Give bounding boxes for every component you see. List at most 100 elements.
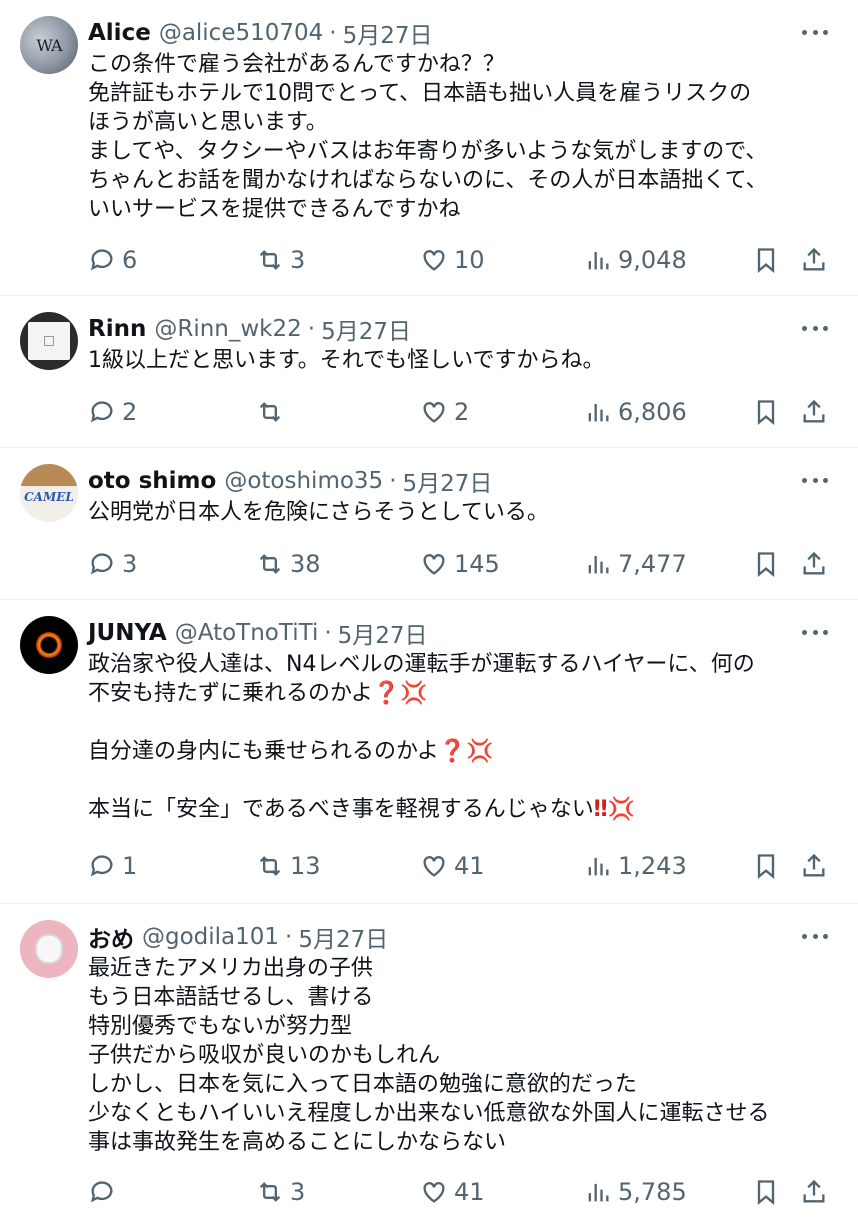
- action-bar: 3 41 5,785: [88, 1172, 834, 1212]
- display-name[interactable]: Rinn: [88, 316, 146, 342]
- share-icon: [803, 853, 825, 877]
- avatar[interactable]: [20, 312, 78, 370]
- views-button[interactable]: 9,048: [584, 240, 687, 280]
- like-count: 145: [454, 550, 500, 578]
- tweet-line: 最近きたアメリカ出身の子供: [88, 956, 373, 981]
- tweet-header: Alice @alice510704 · 5月27日: [88, 16, 433, 50]
- display-name[interactable]: おめ: [88, 920, 134, 954]
- reply-count: 6: [122, 246, 138, 274]
- tweet-line: 不安も持たずに乗れるのかよ❓💢: [88, 679, 838, 708]
- reply-button[interactable]: 2: [88, 392, 137, 432]
- retweet-icon: [259, 250, 281, 270]
- reply-button[interactable]: [88, 1172, 122, 1212]
- tweet-rinn[interactable]: Rinn @Rinn_wk22 · 5月27日 1級以上だと思います。それでも怪…: [0, 296, 858, 448]
- bookmark-button[interactable]: [752, 392, 780, 432]
- views-icon: [588, 555, 609, 574]
- views-button[interactable]: 7,477: [584, 544, 687, 584]
- reply-count: 3: [122, 550, 138, 578]
- tweet-line: [88, 708, 838, 737]
- retweet-button[interactable]: [256, 392, 290, 432]
- like-button[interactable]: 2: [420, 392, 469, 432]
- like-button[interactable]: 145: [420, 544, 500, 584]
- reply-icon: [90, 855, 113, 877]
- separator: ·: [324, 620, 332, 646]
- timestamp[interactable]: 5月27日: [321, 312, 411, 346]
- like-count: 41: [454, 1178, 485, 1206]
- tweet-line: しかし、日本を気に入って日本語の勉強に意欲的だった: [88, 1072, 637, 1097]
- reply-button[interactable]: 3: [88, 544, 137, 584]
- reply-button[interactable]: 6: [88, 240, 137, 280]
- action-bar: 6 3 10 9,048: [88, 240, 834, 280]
- action-bar: 1 13 41 1,243: [88, 846, 834, 886]
- timestamp[interactable]: 5月27日: [298, 920, 388, 954]
- retweet-icon: [259, 856, 281, 876]
- more-icon[interactable]: [800, 470, 830, 490]
- share-icon: [803, 247, 825, 271]
- bookmark-button[interactable]: [752, 846, 780, 886]
- tweet-line: もう日本語話せるし、書ける: [88, 985, 374, 1010]
- reply-icon: [90, 401, 113, 423]
- display-name[interactable]: oto shimo: [88, 468, 216, 494]
- display-name[interactable]: Alice: [88, 20, 151, 46]
- more-icon[interactable]: [800, 22, 830, 42]
- separator: ·: [307, 316, 316, 342]
- display-name[interactable]: JUNYA: [88, 620, 167, 646]
- separator: ·: [285, 924, 293, 950]
- share-button[interactable]: [800, 240, 828, 280]
- tweet-line: ほうが高いと思います。: [88, 110, 328, 135]
- view-count: 9,048: [618, 246, 687, 274]
- bookmark-button[interactable]: [752, 240, 780, 280]
- views-button[interactable]: 6,806: [584, 392, 687, 432]
- retweet-icon: [259, 554, 281, 574]
- retweet-button[interactable]: 13: [256, 846, 321, 886]
- tweet-line-text: 不安も持たずに乗れるのかよ: [88, 681, 373, 706]
- handle[interactable]: @alice510704: [159, 20, 323, 46]
- like-button[interactable]: 10: [420, 240, 485, 280]
- timestamp[interactable]: 5月27日: [338, 616, 428, 650]
- bookmark-icon: [757, 1180, 775, 1205]
- like-button[interactable]: 41: [420, 1172, 485, 1212]
- tweet-text: 政治家や役人達は、N4レベルの運転手が運転するハイヤーに、何の 不安も持たずに乗…: [88, 650, 838, 824]
- avatar[interactable]: [20, 616, 78, 674]
- retweet-button[interactable]: 3: [256, 240, 305, 280]
- share-button[interactable]: [800, 392, 828, 432]
- tweet-ome[interactable]: おめ @godila101 · 5月27日 最近きたアメリカ出身の子供 もう日本…: [0, 904, 858, 1224]
- retweet-button[interactable]: 38: [256, 544, 321, 584]
- more-icon[interactable]: [800, 318, 830, 338]
- tweet-text: 最近きたアメリカ出身の子供 もう日本語話せるし、書ける 特別優秀でもないが努力型…: [88, 954, 838, 1157]
- separator: ·: [329, 20, 337, 46]
- retweet-button[interactable]: 3: [256, 1172, 305, 1212]
- views-icon: [588, 403, 609, 422]
- tweet-junya[interactable]: JUNYA @AtoTnoTiTi · 5月27日 政治家や役人達は、N4レベル…: [0, 600, 858, 904]
- avatar[interactable]: CAMEL: [20, 464, 78, 522]
- bookmark-button[interactable]: [752, 1172, 780, 1212]
- share-button[interactable]: [800, 1172, 828, 1212]
- tweet-text: 公明党が日本人を危険にさらそうとしている。: [88, 498, 838, 527]
- like-count: 41: [454, 852, 485, 880]
- more-icon[interactable]: [800, 622, 830, 642]
- tweet-alice[interactable]: WA Alice @alice510704 · 5月27日 この条件で雇う会社が…: [0, 0, 858, 296]
- handle[interactable]: @godila101: [142, 924, 279, 950]
- reply-button[interactable]: 1: [88, 846, 137, 886]
- share-icon: [803, 399, 825, 423]
- views-button[interactable]: 1,243: [584, 846, 687, 886]
- like-button[interactable]: 41: [420, 846, 485, 886]
- tweet-line: 1級以上だと思います。それでも怪しいですからね。: [88, 348, 605, 373]
- handle[interactable]: @Rinn_wk22: [154, 316, 301, 342]
- question-emoji: ❓: [438, 739, 467, 764]
- share-button[interactable]: [800, 544, 828, 584]
- share-button[interactable]: [800, 846, 828, 886]
- more-icon[interactable]: [800, 926, 830, 946]
- tweet-text: 1級以上だと思います。それでも怪しいですからね。: [88, 346, 838, 375]
- tweet-line: 政治家や役人達は、N4レベルの運転手が運転するハイヤーに、何の: [88, 652, 755, 677]
- bookmark-button[interactable]: [752, 544, 780, 584]
- timestamp[interactable]: 5月27日: [343, 16, 433, 50]
- timestamp[interactable]: 5月27日: [403, 464, 493, 498]
- tweet-oto-shimo[interactable]: CAMEL oto shimo @otoshimo35 · 5月27日 公明党が…: [0, 448, 858, 600]
- avatar[interactable]: WA: [20, 16, 78, 74]
- handle[interactable]: @AtoTnoTiTi: [175, 620, 319, 646]
- retweet-icon: [259, 402, 281, 422]
- handle[interactable]: @otoshimo35: [224, 468, 383, 494]
- avatar[interactable]: [20, 920, 78, 978]
- views-button[interactable]: 5,785: [584, 1172, 687, 1212]
